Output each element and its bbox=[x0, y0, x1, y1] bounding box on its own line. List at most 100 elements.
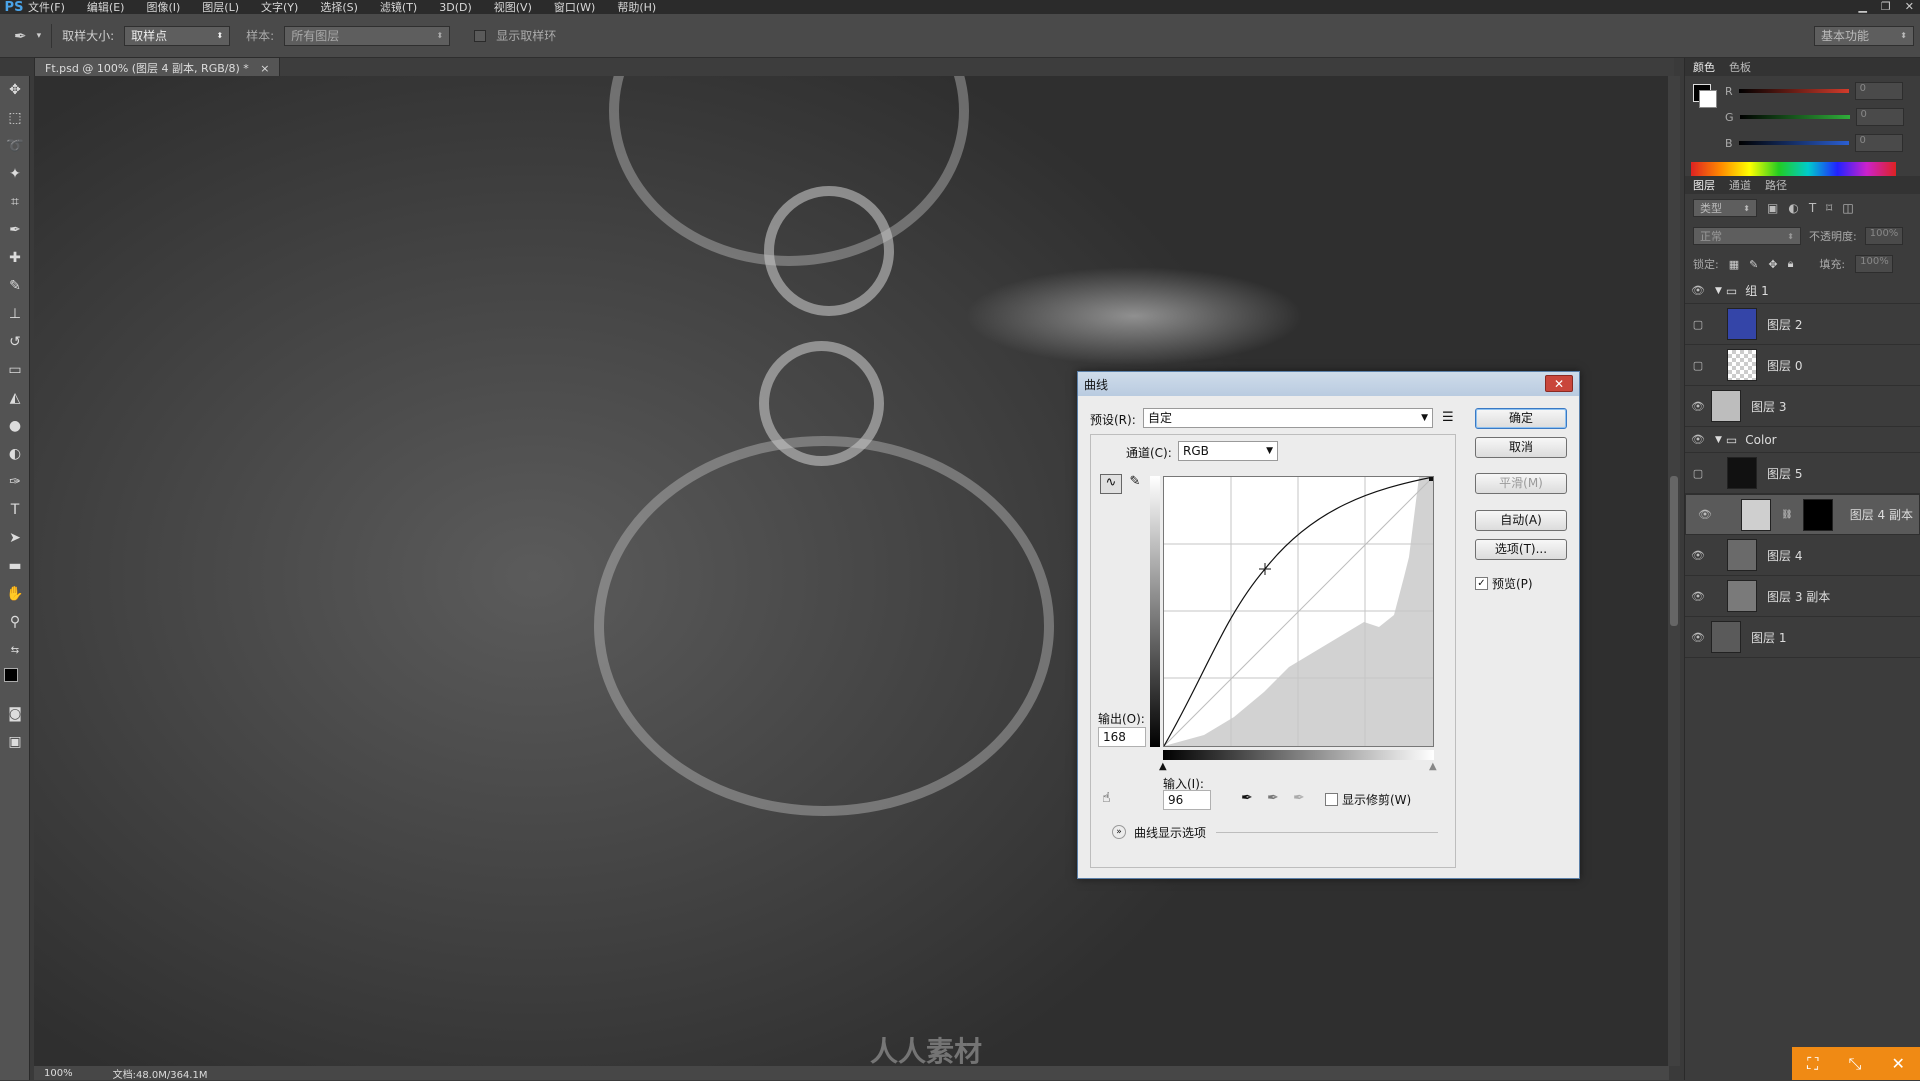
visibility-eye-icon[interactable]: 👁︎ bbox=[1692, 508, 1718, 521]
path-select-icon[interactable]: ➤ bbox=[0, 524, 30, 552]
screen-mode-icon[interactable]: ▣ bbox=[0, 728, 30, 756]
auto-button[interactable]: 自动(A) bbox=[1475, 510, 1567, 531]
swap-colors-icon[interactable]: ⇆ bbox=[0, 636, 30, 664]
layer-row[interactable]: ▢ 图层 2 bbox=[1685, 304, 1920, 345]
channel-select[interactable]: RGB ▼ bbox=[1178, 441, 1278, 461]
show-ring-checkbox[interactable] bbox=[474, 29, 487, 42]
marquee-tool-icon[interactable]: ⬚ bbox=[0, 104, 30, 132]
tab-layers[interactable]: 图层 bbox=[1693, 177, 1715, 193]
tool-preset-arrow-icon[interactable]: ▾ bbox=[37, 31, 42, 41]
menu-file[interactable]: 文件(F) bbox=[28, 0, 65, 15]
layer-row-selected[interactable]: 👁︎ ⛓ 图层 4 副本 bbox=[1685, 494, 1920, 535]
red-value[interactable]: 0 bbox=[1854, 82, 1903, 100]
blue-slider[interactable] bbox=[1738, 141, 1849, 145]
white-point-slider-icon[interactable]: ▲ bbox=[1429, 761, 1437, 772]
dialog-close-button[interactable]: ✕ bbox=[1545, 375, 1573, 392]
eraser-tool-icon[interactable]: ▭ bbox=[0, 356, 30, 384]
minimize-icon[interactable]: ▁ bbox=[1858, 0, 1866, 14]
layer-row[interactable]: 👁︎ 图层 3 bbox=[1685, 386, 1920, 427]
eyedropper-tool-icon[interactable]: ✒ bbox=[14, 27, 27, 45]
options-button[interactable]: 选项(T)... bbox=[1475, 539, 1567, 560]
show-clipping-checkbox[interactable] bbox=[1325, 793, 1338, 806]
stamp-tool-icon[interactable]: ⊥ bbox=[0, 300, 30, 328]
visibility-eye-icon[interactable]: 👁︎ bbox=[1685, 400, 1711, 413]
tab-paths[interactable]: 路径 bbox=[1765, 177, 1787, 193]
adjustment-filter-icon[interactable]: ◐ bbox=[1788, 201, 1798, 215]
preset-options-icon[interactable]: ☰ bbox=[1442, 410, 1454, 425]
layer-group-row[interactable]: 👁︎ ▼ ▭ 组 1 bbox=[1685, 278, 1920, 304]
menu-image[interactable]: 图像(I) bbox=[146, 0, 180, 15]
layer-group-row[interactable]: 👁︎ ▼ ▭ Color bbox=[1685, 427, 1920, 453]
close-tab-icon[interactable]: × bbox=[260, 62, 269, 75]
gray-eyedropper-icon[interactable]: ✒ bbox=[1267, 790, 1279, 806]
color-spectrum-ramp[interactable] bbox=[1691, 162, 1896, 176]
dodge-tool-icon[interactable]: ◐ bbox=[0, 440, 30, 468]
sample-select[interactable]: 所有图层 ⬍ bbox=[284, 25, 451, 46]
layer-row[interactable]: 👁︎ 图层 4 bbox=[1685, 535, 1920, 576]
menu-edit[interactable]: 编辑(E) bbox=[87, 0, 125, 15]
cancel-button[interactable]: 取消 bbox=[1475, 437, 1567, 458]
curve-display-options-label[interactable]: 曲线显示选项 bbox=[1134, 824, 1206, 841]
move-tool-icon[interactable]: ✥ bbox=[0, 76, 30, 104]
green-value[interactable]: 0 bbox=[1855, 108, 1904, 126]
menu-select[interactable]: 选择(S) bbox=[320, 0, 358, 15]
zoom-tool-icon[interactable]: ⚲ bbox=[0, 608, 30, 636]
visibility-eye-icon[interactable]: 👁︎ bbox=[1685, 631, 1711, 644]
smooth-button[interactable]: 平滑(M) bbox=[1475, 473, 1567, 494]
close-window-icon[interactable]: ✕ bbox=[1905, 0, 1914, 14]
tab-swatches[interactable]: 色板 bbox=[1729, 59, 1751, 75]
opacity-input[interactable]: 100% bbox=[1864, 227, 1903, 245]
restore-icon[interactable]: ❐ bbox=[1881, 0, 1891, 14]
input-input[interactable]: 96 bbox=[1163, 790, 1211, 810]
shape-filter-icon[interactable]: ⌑ bbox=[1826, 201, 1832, 215]
menu-help[interactable]: 帮助(H) bbox=[617, 0, 656, 15]
tab-channels[interactable]: 通道 bbox=[1729, 177, 1751, 193]
layer-row[interactable]: ▢ 图层 0 bbox=[1685, 345, 1920, 386]
menu-type[interactable]: 文字(Y) bbox=[261, 0, 298, 15]
zoom-level[interactable]: 100% bbox=[44, 1068, 73, 1079]
mask-link-icon[interactable]: ⛓ bbox=[1781, 510, 1792, 520]
pixel-filter-icon[interactable]: ▣ bbox=[1767, 201, 1778, 215]
type-tool-icon[interactable]: T bbox=[0, 496, 30, 524]
targeted-adjust-icon[interactable]: ☝ bbox=[1102, 790, 1111, 806]
visibility-toggle[interactable]: ▢ bbox=[1685, 318, 1711, 331]
sample-size-select[interactable]: 取样点 ⬍ bbox=[124, 25, 231, 46]
brush-tool-icon[interactable]: ✎ bbox=[0, 272, 30, 300]
shrink-icon[interactable]: ⤡ bbox=[1848, 1054, 1861, 1074]
pencil-draw-icon[interactable]: ✎ bbox=[1126, 474, 1144, 494]
layer-kind-filter[interactable]: 类型 ⬍ bbox=[1693, 199, 1757, 217]
document-tab[interactable]: Ft.psd @ 100% (图层 4 副本, RGB/8) * × bbox=[34, 57, 281, 76]
lasso-tool-icon[interactable]: ➰ bbox=[0, 132, 30, 160]
fullscreen-icon[interactable]: ⛶ bbox=[1807, 1054, 1818, 1074]
visibility-eye-icon[interactable]: 👁︎ bbox=[1685, 433, 1711, 446]
curve-graph-svg[interactable] bbox=[1163, 476, 1434, 747]
blur-tool-icon[interactable]: ● bbox=[0, 412, 30, 440]
red-slider[interactable] bbox=[1738, 89, 1849, 93]
visibility-eye-icon[interactable]: 👁︎ bbox=[1685, 549, 1711, 562]
visibility-toggle[interactable]: ▢ bbox=[1685, 359, 1711, 372]
pen-tool-icon[interactable]: ✑ bbox=[0, 468, 30, 496]
menu-filter[interactable]: 滤镜(T) bbox=[380, 0, 417, 15]
layer-mask-thumbnail[interactable] bbox=[1803, 498, 1834, 531]
lock-pixels-icon[interactable]: ✎ bbox=[1749, 258, 1758, 271]
preview-checkbox[interactable]: ✓ bbox=[1475, 577, 1488, 590]
expand-options-icon[interactable]: » bbox=[1112, 825, 1126, 839]
green-slider[interactable] bbox=[1739, 115, 1850, 119]
black-eyedropper-icon[interactable]: ✒ bbox=[1241, 790, 1253, 806]
scrollbar-thumb[interactable] bbox=[1670, 476, 1678, 626]
crop-tool-icon[interactable]: ⌗ bbox=[0, 188, 30, 216]
white-eyedropper-icon[interactable]: ✒ bbox=[1293, 790, 1305, 806]
paint-bucket-icon[interactable]: ◭ bbox=[0, 384, 30, 412]
hand-tool-icon[interactable]: ✋ bbox=[0, 580, 30, 608]
blue-value[interactable]: 0 bbox=[1854, 134, 1903, 152]
ok-button[interactable]: 确定 bbox=[1475, 408, 1567, 429]
eyedropper-icon[interactable]: ✒ bbox=[0, 216, 30, 244]
quick-mask-icon[interactable]: ◙ bbox=[0, 700, 30, 728]
shape-tool-icon[interactable]: ▬ bbox=[0, 552, 30, 580]
type-filter-icon[interactable]: T bbox=[1809, 201, 1816, 215]
workspace-select[interactable]: 基本功能 ⬍ bbox=[1814, 25, 1914, 46]
lock-position-icon[interactable]: ✥ bbox=[1768, 258, 1777, 271]
lock-transparent-icon[interactable]: ▦ bbox=[1729, 258, 1739, 271]
layer-row[interactable]: 👁︎ 图层 1 bbox=[1685, 617, 1920, 658]
healing-brush-icon[interactable]: ✚ bbox=[0, 244, 30, 272]
